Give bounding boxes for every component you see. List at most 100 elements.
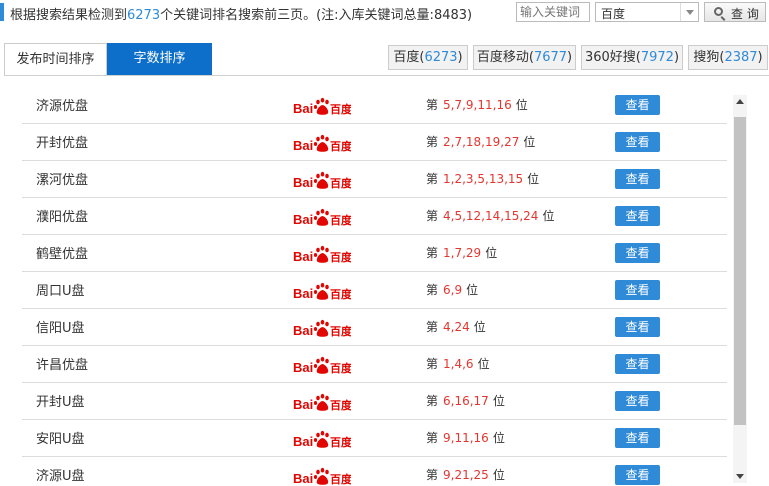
baidu-logo-icon: Bai 百度 <box>293 134 351 153</box>
rank-positions: 第 1,7,29 位 <box>426 244 497 261</box>
engine-count: 2387 <box>724 50 758 65</box>
paw-icon <box>313 134 329 152</box>
tab-sort-by-length[interactable]: 字数排序 <box>107 43 212 76</box>
query-button-label: 查 询 <box>731 7 759 21</box>
rank-values: 4,5,12,14,15,24 <box>443 209 539 223</box>
keyword-label: 许昌优盘 <box>36 358 89 373</box>
baidu-logo-icon: Bai 百度 <box>293 319 351 338</box>
rank-values: 1,2,3,5,13,15 <box>443 172 524 186</box>
paw-icon <box>313 282 329 300</box>
rank-suffix: 位 <box>466 283 479 297</box>
tab-divider <box>4 75 769 76</box>
rank-prefix: 第 <box>426 246 439 260</box>
scroll-thumb[interactable] <box>734 117 746 425</box>
view-button[interactable]: 查看 <box>615 132 660 152</box>
view-button[interactable]: 查看 <box>615 95 660 115</box>
engine-filter-360[interactable]: 360好搜(7972) <box>581 45 683 70</box>
search-icon <box>714 7 723 16</box>
view-button[interactable]: 查看 <box>615 169 660 189</box>
logo-text-bai: Bai <box>293 212 313 227</box>
logo-text-du: 百度 <box>330 250 351 264</box>
rank-positions: 第 2,7,18,19,27 位 <box>426 133 535 150</box>
rank-suffix: 位 <box>523 135 536 149</box>
scroll-up-icon[interactable] <box>736 99 744 104</box>
rank-prefix: 第 <box>426 135 439 149</box>
engine-filter-baidu[interactable]: 百度(6273) <box>388 45 468 70</box>
logo-text-du: 百度 <box>330 324 351 338</box>
paw-icon <box>313 97 329 115</box>
paw-icon <box>313 208 329 226</box>
rank-suffix: 位 <box>485 246 498 260</box>
keyword-label: 开封U盘 <box>36 395 85 410</box>
table-row: 济源U盘 Bai 百度 第 9,21,25 位 查看 <box>22 457 727 486</box>
rank-positions: 第 6,16,17 位 <box>426 392 505 409</box>
rank-positions: 第 1,4,6 位 <box>426 355 490 372</box>
rank-positions: 第 9,11,16 位 <box>426 429 505 446</box>
engine-select-value: 百度 <box>601 7 626 21</box>
table-row: 周口U盘 Bai 百度 第 6,9 位 查看 <box>22 272 727 309</box>
rank-prefix: 第 <box>426 283 439 297</box>
logo-text-du: 百度 <box>330 102 351 116</box>
table-row: 漯河优盘 Bai 百度 第 1,2,3,5,13,15 位 查看 <box>22 161 727 198</box>
list-scrollbar[interactable] <box>733 95 747 483</box>
rank-prefix: 第 <box>426 394 439 408</box>
keyword-label: 信阳U盘 <box>36 321 85 336</box>
rank-suffix: 位 <box>527 172 540 186</box>
paw-icon <box>313 319 329 337</box>
keyword-search-input[interactable] <box>516 2 590 22</box>
keyword-label: 开封优盘 <box>36 136 89 151</box>
view-button[interactable]: 查看 <box>615 206 660 226</box>
baidu-logo-icon: Bai 百度 <box>293 208 351 227</box>
logo-text-bai: Bai <box>293 360 313 375</box>
logo-text-bai: Bai <box>293 101 313 116</box>
keyword-label: 漯河优盘 <box>36 173 89 188</box>
rank-suffix: 位 <box>492 394 505 408</box>
keyword-label: 济源U盘 <box>36 469 85 484</box>
logo-text-bai: Bai <box>293 138 313 153</box>
rank-values: 2,7,18,19,27 <box>443 135 520 149</box>
keyword-label: 济源优盘 <box>36 99 89 114</box>
rank-suffix: 位 <box>477 357 490 371</box>
chevron-down-icon[interactable] <box>680 3 698 21</box>
paw-icon <box>313 245 329 263</box>
logo-text-du: 百度 <box>330 176 351 190</box>
baidu-logo-icon: Bai 百度 <box>293 356 351 375</box>
view-button[interactable]: 查看 <box>615 465 660 485</box>
baidu-logo-icon: Bai 百度 <box>293 245 351 264</box>
rank-prefix: 第 <box>426 357 439 371</box>
table-row: 开封U盘 Bai 百度 第 6,16,17 位 查看 <box>22 383 727 420</box>
engine-count: 7972 <box>640 50 674 65</box>
view-button[interactable]: 查看 <box>615 391 660 411</box>
baidu-logo-icon: Bai 百度 <box>293 467 351 486</box>
paw-icon <box>313 356 329 374</box>
scroll-down-icon[interactable] <box>736 474 744 479</box>
tab-sort-by-time[interactable]: 发布时间排序 <box>4 43 107 76</box>
logo-text-bai: Bai <box>293 249 313 264</box>
logo-text-bai: Bai <box>293 323 313 338</box>
view-button[interactable]: 查看 <box>615 243 660 263</box>
table-row: 鹤壁优盘 Bai 百度 第 1,7,29 位 查看 <box>22 235 727 272</box>
logo-text-du: 百度 <box>330 472 351 486</box>
engine-select[interactable]: 百度 <box>595 2 699 22</box>
engine-name: 搜狗 <box>693 50 720 65</box>
rank-positions: 第 1,2,3,5,13,15 位 <box>426 170 539 187</box>
rank-prefix: 第 <box>426 172 439 186</box>
engine-filter-sogou[interactable]: 搜狗(2387) <box>688 45 768 70</box>
logo-text-du: 百度 <box>330 361 351 375</box>
query-button[interactable]: 查 询 <box>704 2 766 22</box>
rank-values: 6,9 <box>443 283 463 297</box>
view-button[interactable]: 查看 <box>615 280 660 300</box>
engine-name: 百度 <box>393 50 420 65</box>
rank-suffix: 位 <box>473 320 486 334</box>
baidu-logo-icon: Bai 百度 <box>293 282 351 301</box>
view-button[interactable]: 查看 <box>615 317 660 337</box>
table-row: 许昌优盘 Bai 百度 第 1,4,6 位 查看 <box>22 346 727 383</box>
paw-icon <box>313 467 329 485</box>
rank-prefix: 第 <box>426 431 439 445</box>
logo-text-bai: Bai <box>293 286 313 301</box>
logo-text-du: 百度 <box>330 435 351 449</box>
view-button[interactable]: 查看 <box>615 428 660 448</box>
view-button[interactable]: 查看 <box>615 354 660 374</box>
engine-filter-baidu-mobile[interactable]: 百度移动(7677) <box>473 45 576 70</box>
rank-prefix: 第 <box>426 209 439 223</box>
